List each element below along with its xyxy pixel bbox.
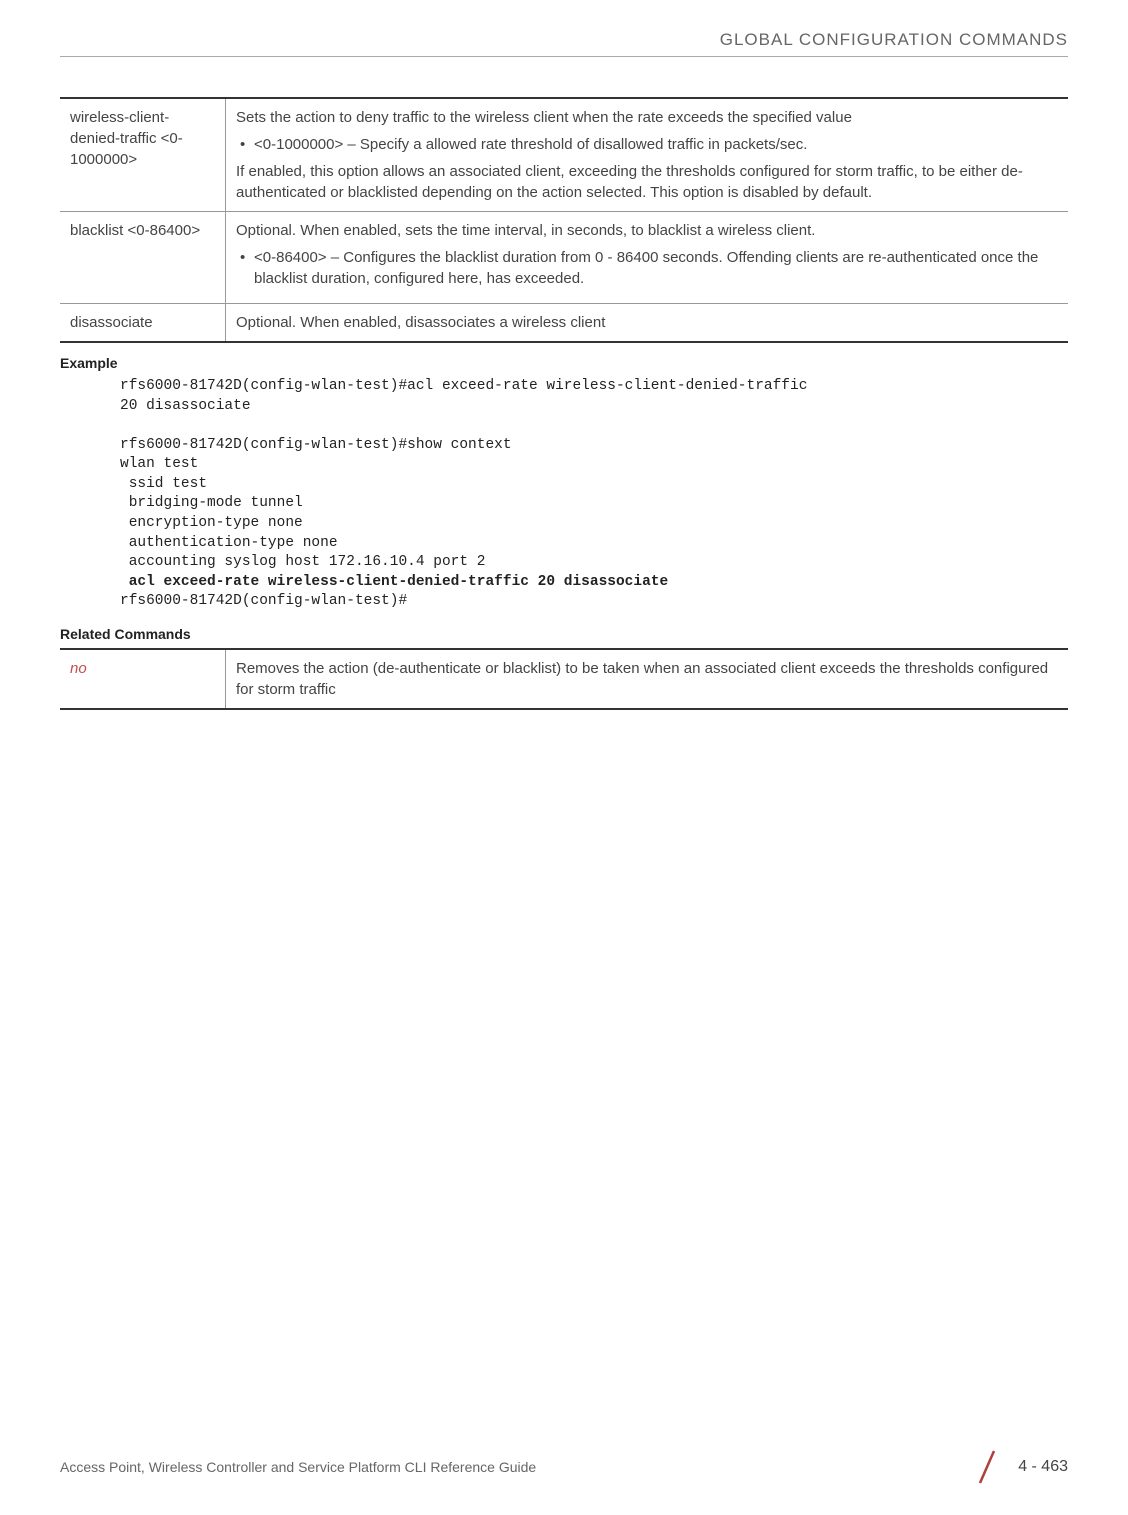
parameter-table: wireless-client-denied-traffic <0-100000…: [60, 97, 1068, 343]
footer-right: 4 - 463: [972, 1449, 1068, 1485]
code-line: 20 disassociate: [120, 398, 251, 414]
code-line: accounting syslog host 172.16.10.4 port …: [120, 554, 485, 570]
related-cmd-link[interactable]: no: [70, 660, 87, 677]
code-block: rfs6000-81742D(config-wlan-test)# acl exc…: [120, 377, 1068, 612]
desc-bullet: <0-1000000> – Specify a allowed rate thr…: [236, 134, 1058, 155]
desc-intro: Optional. When enabled, disassociates a …: [236, 312, 1058, 333]
related-desc-cell: Removes the action (de-authenticate or b…: [226, 649, 1069, 709]
code-line: authentication-type none: [120, 535, 338, 551]
code-line: rfs6000-81742D(config-wlan-test)#acl exc…: [120, 378, 807, 394]
related-commands-table: no Removes the action (de-authenticate o…: [60, 648, 1068, 710]
page-container: GLOBAL CONFIGURATION COMMANDS wireless-c…: [0, 0, 1128, 1515]
code-line: ssid test: [120, 476, 207, 492]
example-heading: Example: [60, 355, 1068, 371]
table-row: blacklist <0-86400> Optional. When enabl…: [60, 212, 1068, 304]
footer-left: Access Point, Wireless Controller and Se…: [60, 1459, 536, 1475]
footer-slash-icon: [972, 1449, 1000, 1485]
table-row: disassociate Optional. When enabled, dis…: [60, 304, 1068, 343]
related-cmd-cell: no: [60, 649, 226, 709]
desc-intro: Optional. When enabled, sets the time in…: [236, 220, 1058, 241]
page-header: GLOBAL CONFIGURATION COMMANDS: [60, 30, 1068, 57]
desc-cell: Sets the action to deny traffic to the w…: [226, 98, 1069, 212]
table-row: wireless-client-denied-traffic <0-100000…: [60, 98, 1068, 212]
desc-outro: If enabled, this option allows an associ…: [236, 161, 1058, 203]
code-line: rfs6000-81742D(config-wlan-test)#show co…: [120, 437, 512, 453]
page-number: 4 - 463: [1018, 1458, 1068, 1476]
desc-cell: Optional. When enabled, sets the time in…: [226, 212, 1069, 304]
param-cell: wireless-client-denied-traffic <0-100000…: [60, 98, 226, 212]
table-row: no Removes the action (de-authenticate o…: [60, 649, 1068, 709]
code-line: bridging-mode tunnel: [120, 495, 303, 511]
related-heading: Related Commands: [60, 626, 1068, 642]
desc-bullet: <0-86400> – Configures the blacklist dur…: [236, 247, 1058, 289]
code-line-bold: acl exceed-rate wireless-client-denied-t…: [120, 574, 668, 590]
desc-cell: Optional. When enabled, disassociates a …: [226, 304, 1069, 343]
page-footer: Access Point, Wireless Controller and Se…: [60, 1449, 1068, 1485]
code-line: encryption-type none: [120, 515, 303, 531]
code-line: wlan test: [120, 456, 198, 472]
param-cell: blacklist <0-86400>: [60, 212, 226, 304]
param-cell: disassociate: [60, 304, 226, 343]
code-line: rfs6000-81742D(config-wlan-test)#: [120, 593, 407, 609]
desc-intro: Sets the action to deny traffic to the w…: [236, 107, 1058, 128]
header-title: GLOBAL CONFIGURATION COMMANDS: [720, 30, 1068, 49]
